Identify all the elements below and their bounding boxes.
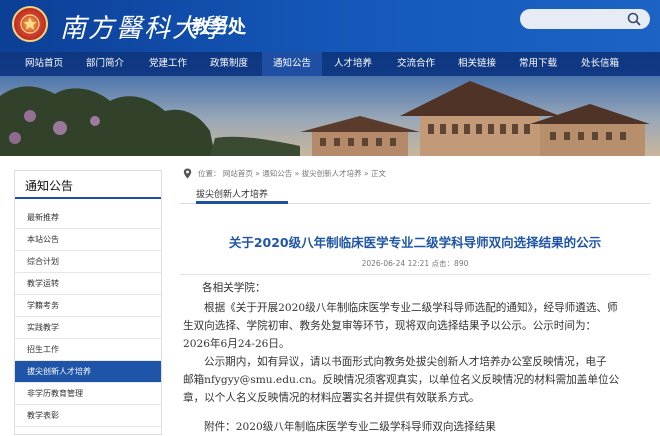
nav-item-exchange[interactable]: 交流合作: [386, 52, 446, 76]
article-panel: 位置： 网站首页 » 通知公告 » 拔尖创新人才培养 » 正文 拔尖创新人才培养…: [180, 166, 650, 436]
breadcrumb-home[interactable]: 网站首页: [223, 169, 253, 178]
breadcrumb-trail: 位置： 网站首页 » 通知公告 » 拔尖创新人才培养 » 正文: [198, 166, 386, 182]
article-paragraph-2-line-3: 章，以个人名义反映情况的材料应署实名并提供有效联系方式。: [183, 392, 480, 404]
breadcrumb-top-talent[interactable]: 拔尖创新人才培养: [302, 169, 362, 178]
sidebar-item-non-degree[interactable]: 非学历教育管理: [15, 383, 161, 405]
nav-item-party[interactable]: 党建工作: [138, 52, 198, 76]
sidebar-item-teaching-ops[interactable]: 教学运转: [15, 273, 161, 295]
nav-item-policy[interactable]: 政策制度: [199, 52, 259, 76]
nav-item-talent[interactable]: 人才培养: [323, 52, 383, 76]
breadcrumb-separator: »: [255, 169, 260, 178]
content-area: 通知公告 最新推荐 本站公告 综合计划 教学运转 学籍考务 实践教学 招生工作 …: [0, 156, 660, 435]
article-paragraph-1-line-1: 根据《关于开展2020级八年制临床医学专业二级学科导师选配的通知》，经导师遴选、…: [204, 302, 618, 314]
sidebar: 通知公告 最新推荐 本站公告 综合计划 教学运转 学籍考务 实践教学 招生工作 …: [14, 170, 162, 435]
nav-item-downloads[interactable]: 常用下载: [508, 52, 568, 76]
breadcrumb-prefix: 位置：: [198, 169, 221, 178]
article-title: 关于2020级八年制临床医学专业二级学科导师双向选择结果的公示: [228, 235, 602, 250]
meta-divider: [180, 274, 650, 275]
tab-underline: [196, 201, 288, 204]
university-seal-logo[interactable]: [12, 6, 48, 42]
article-greeting: 各相关学院：: [202, 282, 266, 294]
sidebar-item-exams[interactable]: 学籍考务: [15, 295, 161, 317]
sidebar-item-planning[interactable]: 综合计划: [15, 251, 161, 273]
sidebar-item-admissions[interactable]: 招生工作: [15, 339, 161, 361]
article-paragraph-1-line-2: 生双向选择、学院初审、教务处复审等环节，现将双向选择结果予以公示。公示时间为：: [183, 320, 597, 332]
nav-item-home[interactable]: 网站首页: [14, 52, 74, 76]
article-paragraph-2-line-1: 公示期内，如有异议，请以书面形式向教务处拔尖创新人才培养办公室反映情况，电子: [204, 356, 607, 368]
breadcrumb-separator: »: [364, 169, 369, 178]
search-input[interactable]: [528, 11, 624, 27]
nav-item-mailbox[interactable]: 处长信箱: [570, 52, 630, 76]
nav-item-about[interactable]: 部门简介: [75, 52, 135, 76]
sidebar-title: 通知公告: [15, 171, 161, 199]
search-icon[interactable]: [626, 11, 642, 27]
sidebar-item-top-talent[interactable]: 拔尖创新人才培养: [15, 361, 161, 383]
nav-item-links[interactable]: 相关链接: [447, 52, 507, 76]
sidebar-item-latest[interactable]: 最新推荐: [15, 207, 161, 229]
sidebar-item-awards[interactable]: 教学表彰: [15, 405, 161, 427]
breadcrumb-separator: »: [294, 169, 300, 178]
top-bar: 南方醫科大學 教务处: [0, 0, 660, 52]
attachment-link[interactable]: 附件：2020级八年制临床医学专业二级学科导师双向选择结果: [204, 419, 496, 434]
campus-banner-image: [0, 76, 660, 156]
section-tab[interactable]: 拔尖创新人才培养: [196, 187, 268, 200]
breadcrumb-current: 正文: [371, 169, 387, 178]
search-box: [520, 9, 650, 29]
article-paragraph-2-line-2: 邮箱nfygyy@smu.edu.cn。反映情况须客观真实，以单位名义反映情况的…: [183, 374, 620, 386]
nav-item-notices[interactable]: 通知公告: [262, 52, 322, 76]
main-nav: 网站首页 部门简介 党建工作 政策制度 通知公告 人才培养 交流合作 相关链接 …: [0, 52, 660, 76]
breadcrumb-notices[interactable]: 通知公告: [262, 169, 292, 178]
sidebar-item-announcements[interactable]: 本站公告: [15, 229, 161, 251]
site-header: 南方醫科大學 教务处 网站首页 部门简介 党建工作 政策制度 通知公告 人才培养…: [0, 0, 660, 156]
article-paragraph-1-line-3: 2026年6月24-26日。: [183, 338, 290, 350]
location-pin-icon: [183, 168, 192, 179]
sidebar-item-practice[interactable]: 实践教学: [15, 317, 161, 339]
article-meta: 2026-06-24 12:21 点击：890: [361, 259, 469, 268]
office-name: 教务处: [192, 17, 246, 38]
